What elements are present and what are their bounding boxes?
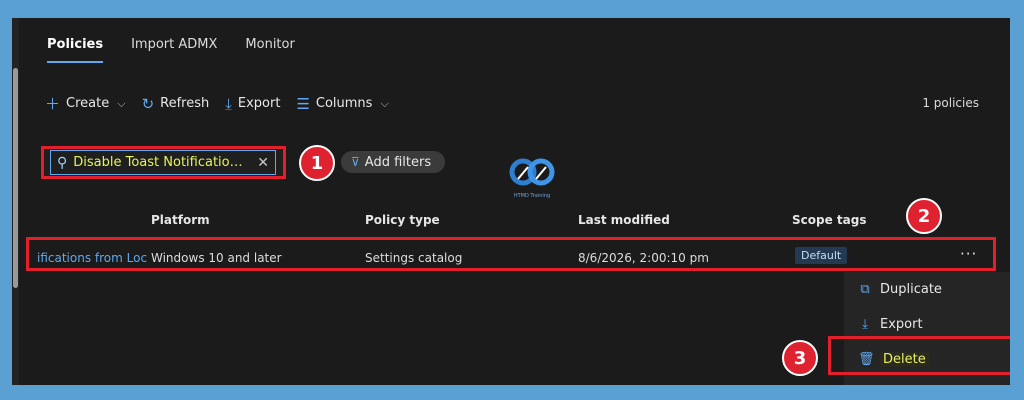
refresh-label: Refresh [160, 96, 210, 111]
export-menu-label: Export [880, 317, 923, 332]
column-header-scope-tags[interactable]: Scope tags [792, 213, 866, 227]
logo-icon [509, 158, 555, 186]
cell-last-modified: 8/6/2026, 2:00:10 pm [578, 251, 709, 265]
refresh-button[interactable]: ↻ Refresh [142, 95, 210, 113]
column-header-last-modified[interactable]: Last modified [578, 213, 670, 227]
delete-highlight-box [828, 336, 1010, 375]
menu-item-duplicate[interactable]: ⧉ Duplicate [858, 282, 942, 297]
chevron-down-icon: ⌵ [380, 96, 389, 110]
search-highlight-box: ⚲ Disable Toast Notifications f... ✕ [41, 146, 286, 179]
vertical-scrollbar[interactable] [12, 18, 19, 385]
columns-button[interactable]: ☰ Columns ⌵ [296, 95, 388, 113]
scope-tag-badge: Default [795, 247, 848, 264]
create-label: Create [66, 96, 110, 111]
copy-icon: ⧉ [860, 282, 870, 297]
columns-label: Columns [315, 96, 373, 111]
tab-monitor[interactable]: Monitor [245, 37, 294, 63]
column-header-policy-type[interactable]: Policy type [365, 213, 440, 227]
policy-count: 1 policies [922, 96, 979, 110]
download-icon: ⤓ [862, 317, 868, 332]
search-icon: ⚲ [57, 154, 68, 171]
policy-name-link[interactable]: ifications from Loc [37, 251, 150, 265]
search-input[interactable]: ⚲ Disable Toast Notifications f... ✕ [50, 150, 276, 175]
tab-policies[interactable]: Policies [47, 37, 104, 63]
create-button[interactable]: ＋ Create ⌵ [45, 93, 126, 114]
step-badge-3: 3 [782, 340, 818, 376]
search-value[interactable]: Disable Toast Notifications f... [73, 155, 249, 170]
logo-text: HTMD Training [513, 193, 551, 199]
download-icon: ⤓ [225, 94, 232, 113]
command-toolbar: ＋ Create ⌵ ↻ Refresh ⤓ Export ☰ Columns … [45, 93, 405, 114]
more-options-icon[interactable]: ··· [960, 245, 977, 263]
filter-icon: ⊽ [351, 155, 360, 169]
duplicate-label: Duplicate [880, 282, 942, 297]
chevron-down-icon: ⌵ [117, 96, 126, 110]
export-label: Export [237, 96, 281, 111]
step-badge-2: 2 [906, 198, 942, 234]
cell-platform: Windows 10 and later [151, 251, 282, 265]
step-badge-1: 1 [299, 145, 335, 181]
tab-import-admx[interactable]: Import ADMX [131, 37, 217, 63]
plus-icon: ＋ [45, 95, 61, 113]
close-icon[interactable]: ✕ [257, 155, 269, 171]
tab-bar: Policies Import ADMX Monitor [47, 37, 295, 63]
add-filters-button[interactable]: ⊽ Add filters [341, 151, 446, 173]
watermark-logo: HTMD Training [502, 157, 562, 199]
add-filters-label: Add filters [364, 154, 432, 170]
cell-policy-type: Settings catalog [365, 251, 463, 265]
column-header-platform[interactable]: Platform [151, 213, 210, 227]
scrollbar-thumb[interactable] [13, 68, 18, 288]
menu-item-export[interactable]: ⤓ Export [858, 317, 923, 332]
columns-icon: ☰ [296, 94, 310, 113]
export-button[interactable]: ⤓ Export [225, 95, 280, 113]
refresh-icon: ↻ [141, 94, 155, 113]
intune-policies-panel: Policies Import ADMX Monitor ＋ Create ⌵ … [12, 18, 1010, 385]
